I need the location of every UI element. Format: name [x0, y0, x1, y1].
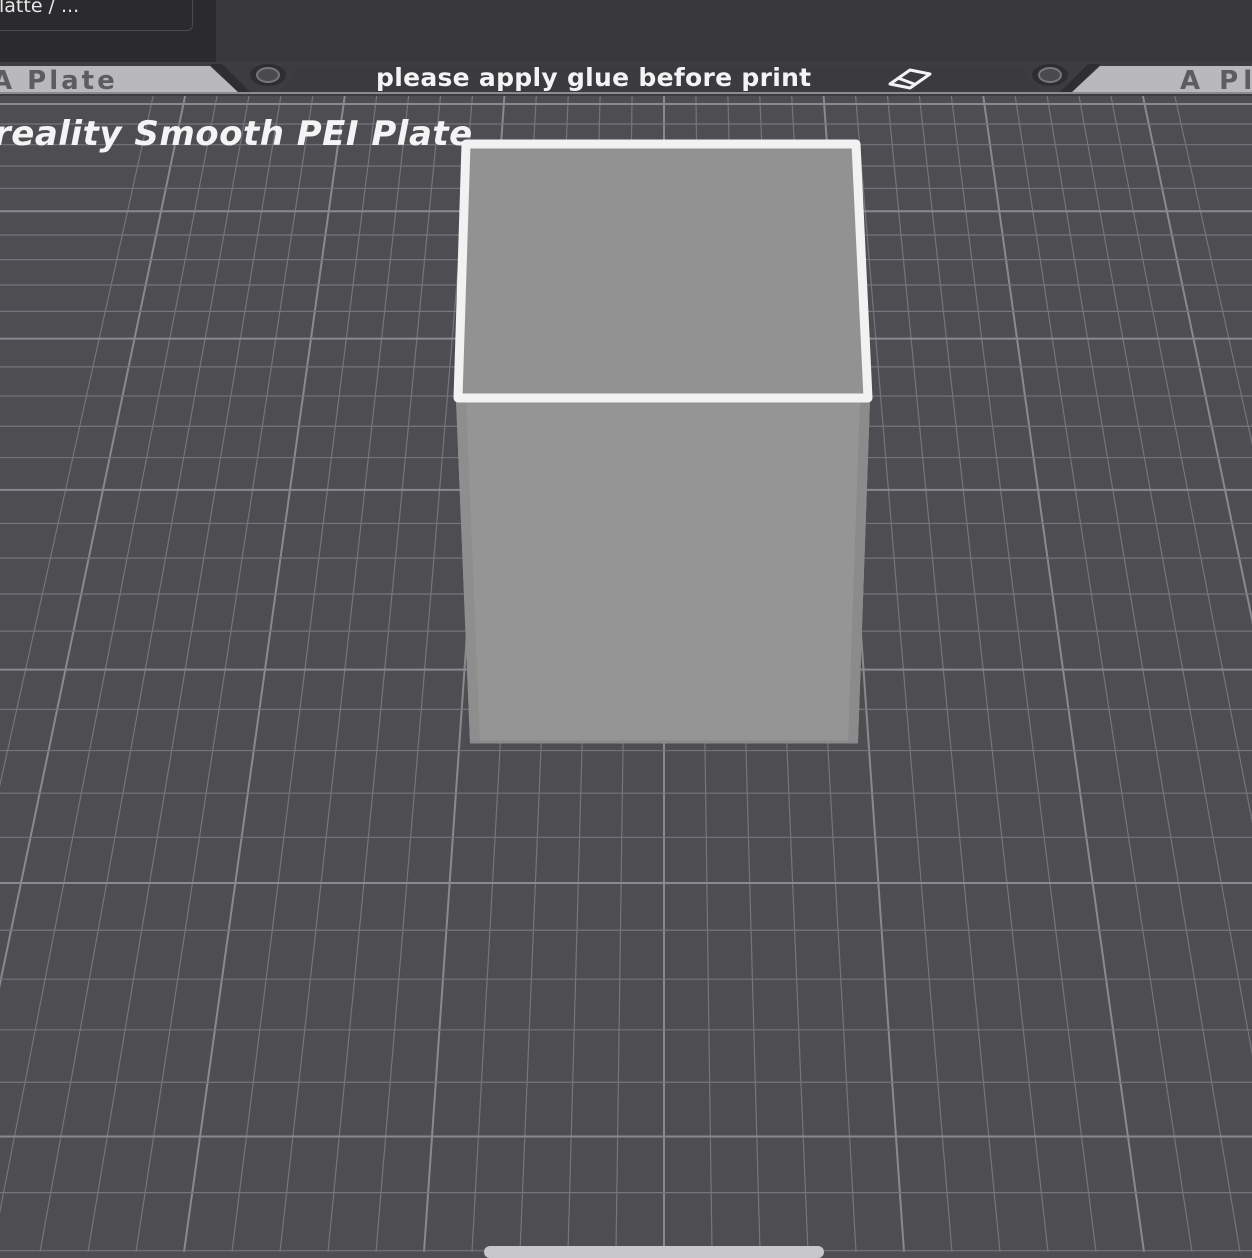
model-inner-face: [460, 146, 866, 396]
model-object[interactable]: [0, 0, 1252, 1252]
bottom-panel-handle[interactable]: [484, 1246, 824, 1258]
model-front-face: [456, 400, 870, 742]
